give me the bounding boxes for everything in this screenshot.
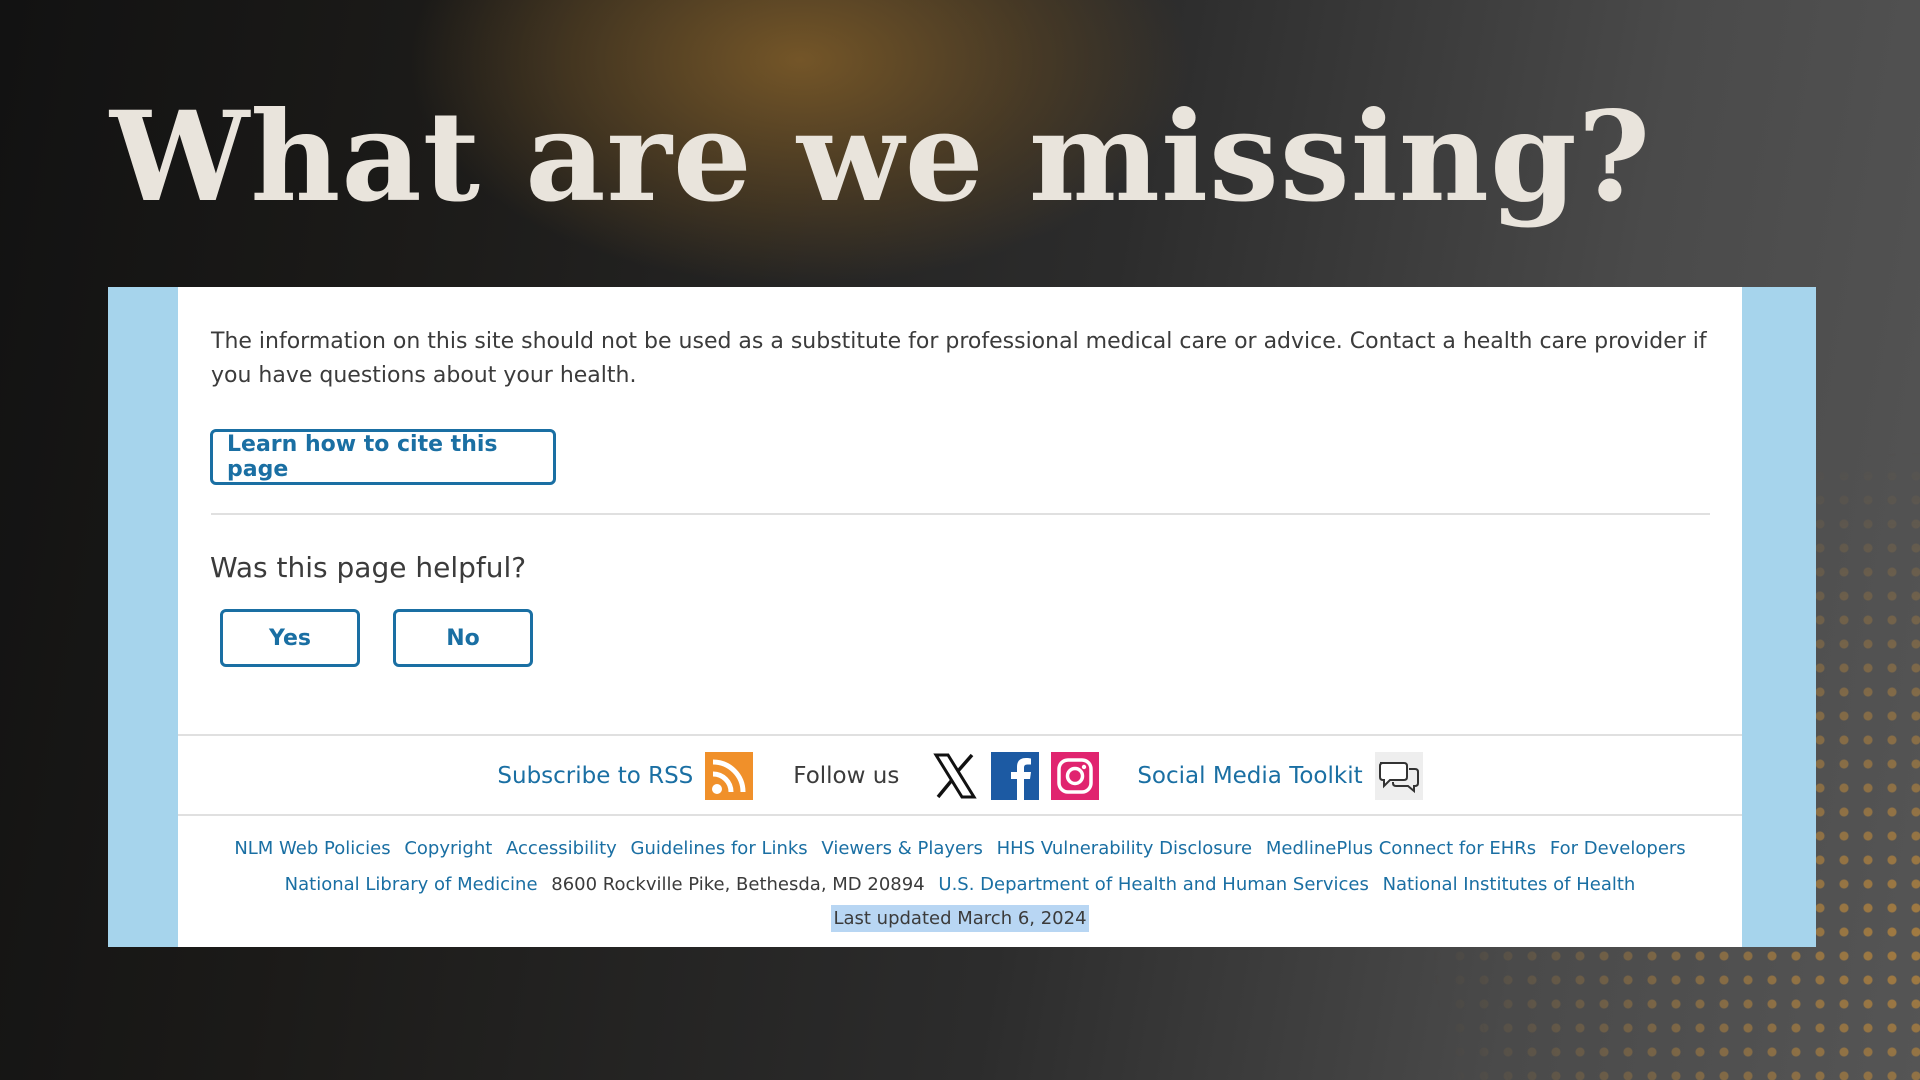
for-developers-link[interactable]: For Developers — [1550, 838, 1686, 859]
footer-links-row: NLM Web Policies Copyright Accessibility… — [178, 836, 1742, 862]
social-media-toolkit-link[interactable]: Social Media Toolkit — [1137, 763, 1362, 789]
webpage-footer-section: The information on this site should not … — [178, 287, 1742, 947]
nlm-address: 8600 Rockville Pike, Bethesda, MD 20894 — [551, 874, 925, 895]
instagram-icon[interactable] — [1051, 752, 1100, 800]
divider — [211, 513, 1710, 515]
nih-link[interactable]: National Institutes of Health — [1383, 874, 1636, 895]
divider — [178, 814, 1742, 816]
follow-us-label: Follow us — [793, 763, 900, 789]
guidelines-for-links-link[interactable]: Guidelines for Links — [631, 838, 808, 859]
no-button[interactable]: No — [393, 609, 533, 667]
nlm-link[interactable]: National Library of Medicine — [285, 874, 538, 895]
cite-page-button[interactable]: Learn how to cite this page — [210, 429, 556, 485]
last-updated-text: Last updated March 6, 2024 — [831, 905, 1089, 932]
viewers-players-link[interactable]: Viewers & Players — [821, 838, 982, 859]
medical-disclaimer: The information on this site should not … — [211, 329, 1707, 388]
footer-agency-row: National Library of Medicine 8600 Rockvi… — [178, 872, 1742, 898]
slide-title: What are we missing? — [110, 85, 1652, 230]
social-bar: Subscribe to RSS Follow us Social Media … — [178, 751, 1742, 801]
hhs-link[interactable]: U.S. Department of Health and Human Serv… — [938, 874, 1368, 895]
copyright-link[interactable]: Copyright — [404, 838, 492, 859]
subscribe-rss-link[interactable]: Subscribe to RSS — [497, 763, 693, 789]
speech-bubbles-icon[interactable] — [1374, 752, 1423, 800]
x-icon[interactable] — [931, 752, 979, 800]
footer-updated-row: Last updated March 6, 2024 — [178, 905, 1742, 932]
hhs-vulnerability-disclosure-link[interactable]: HHS Vulnerability Disclosure — [997, 838, 1253, 859]
accessibility-link[interactable]: Accessibility — [506, 838, 617, 859]
screenshot-frame: The information on this site should not … — [108, 287, 1816, 947]
facebook-icon[interactable] — [991, 752, 1040, 800]
nlm-web-policies-link[interactable]: NLM Web Policies — [234, 838, 390, 859]
helpful-question: Was this page helpful? — [210, 551, 527, 584]
rss-icon[interactable] — [705, 752, 754, 800]
medlineplus-connect-link[interactable]: MedlinePlus Connect for EHRs — [1266, 838, 1536, 859]
divider — [178, 734, 1742, 736]
yes-button[interactable]: Yes — [220, 609, 360, 667]
